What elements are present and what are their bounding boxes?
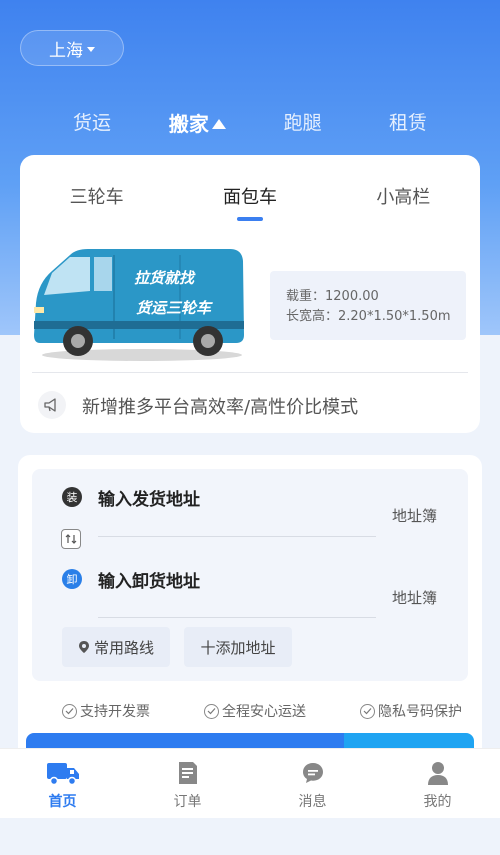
chevron-down-icon — [87, 46, 95, 52]
address-card: 装 输入发货地址 地址簿 卸 输入卸货地址 地址簿 常用路线 十添加地址 支持开… — [18, 455, 482, 775]
location-pin-icon — [78, 641, 89, 653]
tab-freight[interactable]: 货运 — [40, 108, 144, 137]
feature-safe-delivery: 全程安心运送 — [204, 701, 306, 721]
nav-profile[interactable]: 我的 — [398, 749, 478, 811]
check-circle-icon — [204, 703, 219, 719]
feature-privacy-number: 隐私号码保护 — [360, 701, 462, 721]
address-panel: 装 输入发货地址 地址簿 卸 输入卸货地址 地址簿 常用路线 十添加地址 — [32, 469, 468, 681]
address-book-link-dropoff[interactable]: 地址簿 — [392, 587, 437, 608]
nav-home[interactable]: 首页 — [23, 749, 103, 811]
active-tab-underline — [236, 217, 263, 221]
pickup-address-input[interactable]: 输入发货地址 — [98, 485, 200, 510]
spec-load: 载重：1200.00 — [286, 289, 379, 304]
tab-van[interactable]: 面包车 — [180, 183, 320, 221]
divider — [98, 617, 376, 618]
vehicle-tabs: 三轮车 面包车 小高栏 — [20, 183, 480, 221]
common-routes-label: 常用路线 — [93, 638, 154, 657]
tab-moving[interactable]: 搬家 — [145, 108, 249, 137]
check-circle-icon — [360, 703, 375, 719]
spec-dimensions: 长宽高：2.20*1.50*1.50m — [286, 309, 451, 324]
swap-icon[interactable] — [61, 529, 81, 549]
nav-orders-label: 订单 — [173, 794, 202, 810]
check-circle-icon — [62, 703, 77, 719]
divider — [98, 536, 376, 537]
nav-messages-label: 消息 — [298, 794, 327, 810]
tab-errand[interactable]: 跑腿 — [251, 108, 355, 137]
city-selector[interactable]: 上海 — [20, 30, 124, 66]
truck-icon — [23, 759, 103, 787]
city-label: 上海 — [49, 40, 83, 61]
add-address-label: 十添加地址 — [200, 638, 276, 657]
document-icon — [148, 759, 228, 787]
vehicle-card: 三轮车 面包车 小高栏 拉货就找 货运三轮车 载重：1200.00 长宽高：2.… — [20, 155, 480, 433]
tab-rental[interactable]: 租赁 — [356, 108, 460, 137]
chat-icon — [273, 759, 353, 787]
unload-badge: 卸 — [62, 569, 82, 589]
add-address-button[interactable]: 十添加地址 — [184, 627, 292, 667]
active-tab-indicator-icon — [211, 118, 226, 129]
promo-notice[interactable]: 新增推多平台高效率/高性价比模式 — [82, 393, 358, 419]
load-badge: 装 — [62, 487, 82, 507]
tab-tricycle[interactable]: 三轮车 — [27, 183, 167, 209]
nav-home-label: 首页 — [48, 794, 77, 810]
nav-orders[interactable]: 订单 — [148, 749, 228, 811]
dropoff-address-input[interactable]: 输入卸货地址 — [98, 567, 200, 592]
megaphone-icon — [38, 391, 66, 419]
nav-messages[interactable]: 消息 — [273, 749, 353, 811]
nav-profile-label: 我的 — [423, 794, 452, 810]
tab-small-truck[interactable]: 小高栏 — [333, 183, 473, 209]
user-icon — [398, 759, 478, 787]
van-text-1: 拉货就找 — [134, 269, 196, 287]
address-book-link-pickup[interactable]: 地址簿 — [392, 505, 437, 526]
van-image: 拉货就找 货运三轮车 — [30, 243, 255, 363]
vehicle-specs: 载重：1200.00 长宽高：2.20*1.50*1.50m — [270, 271, 466, 340]
service-features: 支持开发票 全程安心运送 隐私号码保护 — [62, 701, 462, 721]
van-text-2: 货运三轮车 — [136, 299, 213, 317]
bottom-nav: 首页 订单 消息 我的 — [0, 748, 500, 818]
service-tabs: 货运 搬家 跑腿 租赁 — [40, 108, 460, 137]
divider — [32, 372, 468, 373]
common-routes-button[interactable]: 常用路线 — [62, 627, 170, 667]
feature-invoice: 支持开发票 — [62, 701, 150, 721]
